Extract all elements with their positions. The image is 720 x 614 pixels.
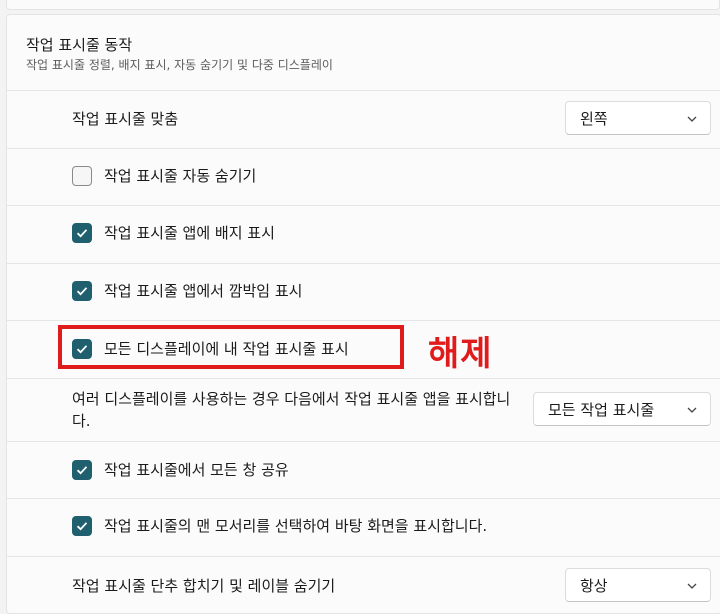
highlight-box: [58, 325, 404, 369]
flashing-checkbox[interactable]: [72, 281, 92, 301]
chevron-down-icon: [687, 583, 697, 589]
flashing-label: 작업 표시줄 앱에서 깜박임 표시: [104, 282, 303, 300]
checkmark-icon: [76, 229, 88, 238]
combine-dropdown[interactable]: 항상: [565, 568, 711, 602]
annotation-label: 해제: [428, 334, 493, 374]
auto-hide-label: 작업 표시줄 자동 숨기기: [104, 167, 257, 185]
combine-value: 항상: [580, 576, 608, 595]
section-title[interactable]: 작업 표시줄 동작: [26, 34, 132, 55]
divider: [6, 263, 720, 264]
divider: [6, 205, 720, 206]
divider: [6, 441, 720, 442]
divider: [6, 90, 720, 91]
chevron-down-icon: [687, 407, 697, 413]
share-windows-checkbox[interactable]: [72, 460, 92, 480]
alignment-dropdown[interactable]: 왼쪽: [565, 101, 711, 135]
divider: [6, 498, 720, 499]
previous-card-bottom: [6, 0, 720, 10]
alignment-value: 왼쪽: [580, 109, 608, 128]
multi-display-value: 모든 작업 표시줄: [548, 400, 655, 419]
checkmark-icon: [76, 466, 88, 475]
chevron-down-icon: [687, 116, 697, 122]
far-corner-checkbox[interactable]: [72, 516, 92, 536]
divider: [6, 378, 720, 379]
checkmark-icon: [76, 287, 88, 296]
divider: [6, 320, 720, 321]
share-windows-label: 작업 표시줄에서 모든 창 공유: [104, 461, 289, 479]
badges-checkbox[interactable]: [72, 223, 92, 243]
combine-label: 작업 표시줄 단추 합치기 및 레이블 숨기기: [72, 577, 336, 595]
alignment-label: 작업 표시줄 맞춤: [72, 110, 179, 128]
multi-display-dropdown[interactable]: 모든 작업 표시줄: [533, 392, 711, 426]
divider: [6, 556, 720, 557]
divider: [6, 148, 720, 149]
checkmark-icon: [76, 522, 88, 531]
auto-hide-checkbox[interactable]: [72, 166, 92, 186]
multi-display-label: 여러 디스플레이를 사용하는 경우 다음에서 작업 표시줄 앱을 표시합니다.: [72, 390, 511, 430]
far-corner-label: 작업 표시줄의 맨 모서리를 선택하여 바탕 화면을 표시합니다.: [104, 517, 488, 535]
section-subtitle: 작업 표시줄 정렬, 배지 표시, 자동 숨기기 및 다중 디스플레이: [26, 58, 333, 72]
badges-label: 작업 표시줄 앱에 배지 표시: [104, 224, 275, 242]
